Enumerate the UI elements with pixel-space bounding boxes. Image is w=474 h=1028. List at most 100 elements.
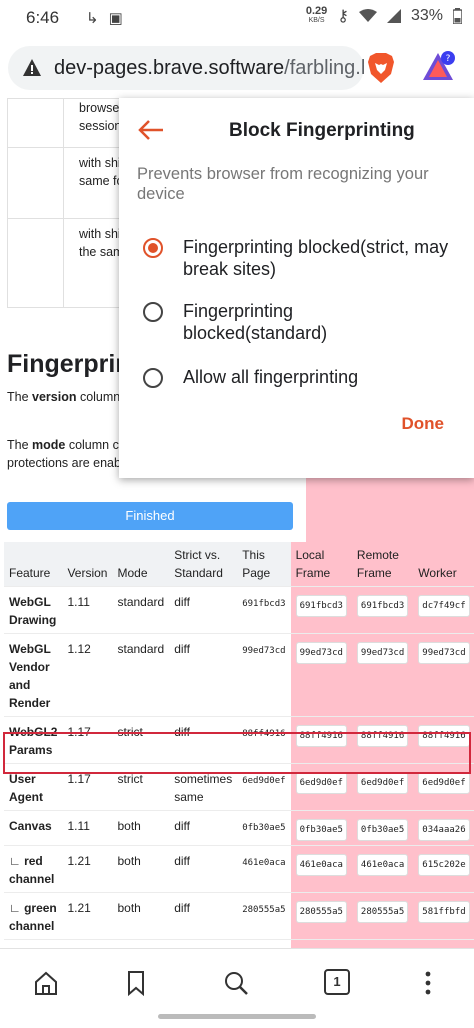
finished-button[interactable]: Finished — [7, 502, 293, 530]
table-cell: 691fbcd3 — [290, 586, 352, 634]
col-header: Local Frame — [290, 542, 352, 587]
col-header: Version — [67, 566, 108, 580]
table-cell: 0b028814 — [237, 939, 291, 948]
table-cell: 461e0aca — [351, 845, 414, 893]
table-cell: 691fbcd3 — [237, 586, 291, 634]
table-cell: ∟ green channel — [4, 892, 63, 940]
table-cell: 0b028814 — [351, 939, 414, 948]
table-cell: 034aaa26 — [413, 810, 474, 846]
menu-icon[interactable] — [414, 969, 442, 997]
table-cell: diff — [169, 939, 238, 948]
table-cell: diff — [169, 845, 238, 893]
hash-pill: 280555a5 — [356, 901, 409, 923]
hash-pill: 6ed9d0ef — [356, 772, 409, 794]
col-header: Remote Frame — [351, 542, 414, 587]
image-icon: ▣ — [108, 10, 123, 27]
table-cell: diff — [169, 586, 238, 634]
radio-strict[interactable] — [143, 238, 163, 258]
table-cell: ∟ red channel — [4, 845, 63, 893]
table-cell: a4c5746c — [413, 939, 474, 948]
table-cell: 99ed73cd — [413, 633, 474, 717]
table-cell: 99ed73cd — [290, 633, 352, 717]
hash-pill: 461e0aca — [356, 854, 409, 876]
url-text[interactable]: dev-pages.brave.software/farbling.h — [54, 57, 364, 80]
signal-icon — [386, 9, 401, 23]
col-header: Mode — [117, 566, 148, 580]
option-strict[interactable]: Fingerprinting blocked(strict, may break… — [143, 236, 453, 280]
table-cell: 1.11 — [62, 810, 113, 846]
hash-pill: 280555a5 — [295, 901, 347, 923]
url-bar[interactable]: dev-pages.brave.software/farbling.h — [8, 46, 364, 90]
radio-standard[interactable] — [143, 302, 163, 322]
table-cell: WebGL Vendor and Render — [4, 633, 63, 717]
hash-pill: 691fbcd3 — [295, 595, 347, 617]
table-cell: 581ffbfd — [413, 892, 474, 940]
table-cell: standard — [112, 633, 170, 717]
table-cell: 1.21 — [62, 939, 113, 948]
table-cell: 0fb30ae5 — [237, 810, 291, 846]
table-cell: both — [112, 845, 170, 893]
dialog-title: Block Fingerprinting — [229, 120, 415, 141]
hash-pill: 615c202e — [418, 854, 470, 876]
svg-text:?: ? — [446, 54, 451, 64]
table-cell: 615c202e — [413, 845, 474, 893]
table-cell: 1.12 — [62, 633, 113, 717]
battery-text: 33% — [410, 7, 443, 24]
table-cell: both — [112, 892, 170, 940]
table-cell: both — [112, 939, 170, 948]
hash-pill: 691fbcd3 — [356, 595, 409, 617]
table-cell: 0fb30ae5 — [290, 810, 352, 846]
bookmark-icon[interactable] — [122, 969, 150, 997]
table-cell: 461e0aca — [237, 845, 291, 893]
radio-allow[interactable] — [143, 368, 163, 388]
hash-pill: 99ed73cd — [418, 642, 470, 664]
rewards-icon[interactable]: ? — [420, 50, 456, 86]
table-cell: Canvas — [4, 810, 63, 846]
hash-pill: dc7f49cf — [418, 595, 470, 617]
dialog-description: Prevents browser from recognizing your d… — [137, 165, 429, 203]
status-bar: 6:46 ↳ ▣ 0.29 KB/S ⚷ 33% — [0, 0, 474, 38]
battery-icon — [453, 8, 462, 24]
block-fingerprinting-dialog: Block Fingerprinting Prevents browser fr… — [119, 98, 474, 478]
net-speed: 0.29 KB/S — [305, 5, 328, 25]
key-icon: ⚷ — [337, 8, 349, 25]
table-cell: 461e0aca — [290, 845, 352, 893]
option-label: Fingerprinting blocked(strict, may break… — [183, 237, 449, 279]
hash-pill: 581ffbfd — [418, 901, 470, 923]
home-icon[interactable] — [32, 969, 60, 997]
table-row: ∟ green channel 1.21 both diff 280555a5 28055… — [4, 892, 474, 940]
option-standard[interactable]: Fingerprinting blocked(standard) — [143, 300, 363, 344]
option-allow[interactable]: Allow all fingerprinting — [143, 366, 453, 388]
wifi-icon — [358, 9, 377, 22]
table-cell: 691fbcd3 — [351, 586, 414, 634]
table-cell: WebGL Drawing — [4, 586, 63, 634]
table-cell: 99ed73cd — [237, 633, 291, 717]
table-cell: 0fb30ae5 — [351, 810, 414, 846]
table-row: WebGL Vendor and Render 1.12 standard diff 9… — [4, 633, 474, 717]
table-cell: 0b028814 — [290, 939, 352, 948]
brave-lion-icon[interactable] — [366, 52, 396, 84]
col-header: Feature — [9, 566, 51, 580]
hash-pill: 461e0aca — [295, 854, 347, 876]
missed-call-icon: ↳ — [86, 10, 99, 27]
col-header: Strict vs. Standard — [174, 548, 223, 580]
hash-pill: 6ed9d0ef — [418, 772, 470, 794]
warning-icon[interactable] — [22, 58, 42, 78]
tabs-icon[interactable]: 1 — [324, 969, 350, 995]
table-header-row: Feature Version Mode Strict vs. Standard… — [4, 542, 474, 587]
back-arrow-icon[interactable] — [137, 118, 167, 142]
search-icon[interactable] — [222, 969, 250, 997]
table-cell: diff — [169, 810, 238, 846]
gesture-bar — [158, 1014, 316, 1019]
option-label: Allow all fingerprinting — [183, 367, 359, 387]
table-cell: standard — [112, 586, 170, 634]
hash-pill: 0fb30ae5 — [295, 819, 347, 841]
table-row: ∟ red channel 1.21 both diff 461e0aca 461e0ac… — [4, 845, 474, 893]
status-time: 6:46 — [26, 8, 60, 27]
table-row: WebGL Drawing 1.11 standard diff 691fbcd3 691… — [4, 586, 474, 634]
table-cell: 99ed73cd — [351, 633, 414, 717]
done-button[interactable]: Done — [402, 414, 445, 434]
hash-pill: 99ed73cd — [295, 642, 347, 664]
table-cell: 280555a5 — [290, 892, 352, 940]
browser-toolbar: dev-pages.brave.software/farbling.h ? — [0, 38, 474, 98]
